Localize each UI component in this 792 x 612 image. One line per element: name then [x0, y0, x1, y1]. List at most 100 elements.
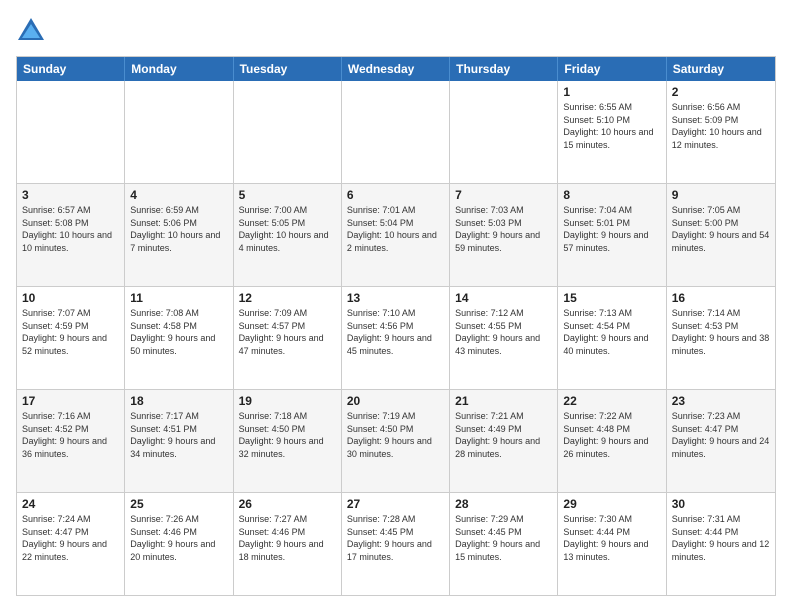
calendar-cell: 10 Sunrise: 7:07 AM Sunset: 4:59 PM Dayli…	[17, 287, 125, 389]
header-day-monday: Monday	[125, 57, 233, 81]
calendar-cell: 29Sunrise: 7:30 AM Sunset: 4:44 PM Dayli…	[558, 493, 666, 595]
day-number: 15	[563, 291, 660, 305]
day-number: 8	[563, 188, 660, 202]
day-info: Sunrise: 7:14 AM Sunset: 4:53 PM Dayligh…	[672, 307, 770, 357]
day-info: Sunrise: 7:16 AM Sunset: 4:52 PM Dayligh…	[22, 410, 119, 460]
calendar-week-5: 24 Sunrise: 7:24 AM Sunset: 4:47 PM Dayli…	[17, 493, 775, 595]
day-info: Sunrise: 7:10 AM Sunset: 4:56 PM Dayligh…	[347, 307, 444, 357]
day-number: 20	[347, 394, 444, 408]
day-number: 25	[130, 497, 227, 511]
day-info: Sunrise: 7:01 AM Sunset: 5:04 PM Dayligh…	[347, 204, 444, 254]
calendar-cell: 19 Sunrise: 7:18 AM Sunset: 4:50 PM Dayli…	[234, 390, 342, 492]
day-number: 26	[239, 497, 336, 511]
calendar-cell: 30 Sunrise: 7:31 AM Sunset: 4:44 PM Dayli…	[667, 493, 775, 595]
logo-icon	[16, 16, 46, 46]
calendar-week-2: 3Sunrise: 6:57 AM Sunset: 5:08 PM Daylig…	[17, 184, 775, 287]
day-number: 17	[22, 394, 119, 408]
calendar-cell: 13 Sunrise: 7:10 AM Sunset: 4:56 PM Dayli…	[342, 287, 450, 389]
header-day-friday: Friday	[558, 57, 666, 81]
calendar-cell: 27 Sunrise: 7:28 AM Sunset: 4:45 PM Dayli…	[342, 493, 450, 595]
calendar-cell: 3Sunrise: 6:57 AM Sunset: 5:08 PM Daylig…	[17, 184, 125, 286]
day-number: 10	[22, 291, 119, 305]
day-number: 19	[239, 394, 336, 408]
day-info: Sunrise: 6:56 AM Sunset: 5:09 PM Dayligh…	[672, 101, 770, 151]
calendar: SundayMondayTuesdayWednesdayThursdayFrid…	[16, 56, 776, 596]
calendar-cell: 12Sunrise: 7:09 AM Sunset: 4:57 PM Dayli…	[234, 287, 342, 389]
header-day-wednesday: Wednesday	[342, 57, 450, 81]
day-number: 5	[239, 188, 336, 202]
calendar-body: 1 Sunrise: 6:55 AM Sunset: 5:10 PM Daylig…	[17, 81, 775, 595]
day-number: 30	[672, 497, 770, 511]
day-number: 12	[239, 291, 336, 305]
day-number: 28	[455, 497, 552, 511]
calendar-cell: 18Sunrise: 7:17 AM Sunset: 4:51 PM Dayli…	[125, 390, 233, 492]
calendar-cell: 6Sunrise: 7:01 AM Sunset: 5:04 PM Daylig…	[342, 184, 450, 286]
day-info: Sunrise: 7:03 AM Sunset: 5:03 PM Dayligh…	[455, 204, 552, 254]
day-info: Sunrise: 7:18 AM Sunset: 4:50 PM Dayligh…	[239, 410, 336, 460]
calendar-cell: 24 Sunrise: 7:24 AM Sunset: 4:47 PM Dayli…	[17, 493, 125, 595]
day-number: 13	[347, 291, 444, 305]
day-info: Sunrise: 7:07 AM Sunset: 4:59 PM Dayligh…	[22, 307, 119, 357]
day-number: 27	[347, 497, 444, 511]
calendar-cell: 7 Sunrise: 7:03 AM Sunset: 5:03 PM Daylig…	[450, 184, 558, 286]
day-info: Sunrise: 7:19 AM Sunset: 4:50 PM Dayligh…	[347, 410, 444, 460]
calendar-cell: 2 Sunrise: 6:56 AM Sunset: 5:09 PM Daylig…	[667, 81, 775, 183]
calendar-cell: 4 Sunrise: 6:59 AM Sunset: 5:06 PM Daylig…	[125, 184, 233, 286]
page-header	[16, 16, 776, 46]
calendar-cell: 9Sunrise: 7:05 AM Sunset: 5:00 PM Daylig…	[667, 184, 775, 286]
header-day-thursday: Thursday	[450, 57, 558, 81]
calendar-cell: 25 Sunrise: 7:26 AM Sunset: 4:46 PM Dayli…	[125, 493, 233, 595]
calendar-cell: 26 Sunrise: 7:27 AM Sunset: 4:46 PM Dayli…	[234, 493, 342, 595]
day-number: 14	[455, 291, 552, 305]
day-info: Sunrise: 7:13 AM Sunset: 4:54 PM Dayligh…	[563, 307, 660, 357]
calendar-cell	[125, 81, 233, 183]
day-info: Sunrise: 7:31 AM Sunset: 4:44 PM Dayligh…	[672, 513, 770, 563]
calendar-cell: 5 Sunrise: 7:00 AM Sunset: 5:05 PM Daylig…	[234, 184, 342, 286]
calendar-cell: 8 Sunrise: 7:04 AM Sunset: 5:01 PM Daylig…	[558, 184, 666, 286]
day-number: 1	[563, 85, 660, 99]
calendar-header: SundayMondayTuesdayWednesdayThursdayFrid…	[17, 57, 775, 81]
logo	[16, 16, 50, 46]
calendar-cell	[17, 81, 125, 183]
calendar-cell: 16 Sunrise: 7:14 AM Sunset: 4:53 PM Dayli…	[667, 287, 775, 389]
day-info: Sunrise: 7:24 AM Sunset: 4:47 PM Dayligh…	[22, 513, 119, 563]
day-number: 22	[563, 394, 660, 408]
calendar-week-1: 1 Sunrise: 6:55 AM Sunset: 5:10 PM Daylig…	[17, 81, 775, 184]
day-number: 21	[455, 394, 552, 408]
calendar-cell: 14 Sunrise: 7:12 AM Sunset: 4:55 PM Dayli…	[450, 287, 558, 389]
day-info: Sunrise: 7:22 AM Sunset: 4:48 PM Dayligh…	[563, 410, 660, 460]
calendar-week-3: 10 Sunrise: 7:07 AM Sunset: 4:59 PM Dayli…	[17, 287, 775, 390]
day-info: Sunrise: 7:29 AM Sunset: 4:45 PM Dayligh…	[455, 513, 552, 563]
day-number: 11	[130, 291, 227, 305]
day-number: 4	[130, 188, 227, 202]
day-info: Sunrise: 6:59 AM Sunset: 5:06 PM Dayligh…	[130, 204, 227, 254]
header-day-tuesday: Tuesday	[234, 57, 342, 81]
day-number: 24	[22, 497, 119, 511]
day-info: Sunrise: 7:30 AM Sunset: 4:44 PM Dayligh…	[563, 513, 660, 563]
day-info: Sunrise: 7:27 AM Sunset: 4:46 PM Dayligh…	[239, 513, 336, 563]
day-number: 18	[130, 394, 227, 408]
header-day-sunday: Sunday	[17, 57, 125, 81]
calendar-cell	[234, 81, 342, 183]
day-number: 16	[672, 291, 770, 305]
calendar-cell: 20 Sunrise: 7:19 AM Sunset: 4:50 PM Dayli…	[342, 390, 450, 492]
day-info: Sunrise: 7:23 AM Sunset: 4:47 PM Dayligh…	[672, 410, 770, 460]
day-info: Sunrise: 7:00 AM Sunset: 5:05 PM Dayligh…	[239, 204, 336, 254]
day-number: 3	[22, 188, 119, 202]
day-number: 2	[672, 85, 770, 99]
calendar-cell: 11Sunrise: 7:08 AM Sunset: 4:58 PM Dayli…	[125, 287, 233, 389]
day-info: Sunrise: 7:05 AM Sunset: 5:00 PM Dayligh…	[672, 204, 770, 254]
day-number: 7	[455, 188, 552, 202]
day-number: 23	[672, 394, 770, 408]
day-info: Sunrise: 7:21 AM Sunset: 4:49 PM Dayligh…	[455, 410, 552, 460]
day-info: Sunrise: 6:55 AM Sunset: 5:10 PM Dayligh…	[563, 101, 660, 151]
day-info: Sunrise: 7:28 AM Sunset: 4:45 PM Dayligh…	[347, 513, 444, 563]
day-info: Sunrise: 7:04 AM Sunset: 5:01 PM Dayligh…	[563, 204, 660, 254]
day-info: Sunrise: 7:12 AM Sunset: 4:55 PM Dayligh…	[455, 307, 552, 357]
calendar-cell: 15 Sunrise: 7:13 AM Sunset: 4:54 PM Dayli…	[558, 287, 666, 389]
calendar-week-4: 17 Sunrise: 7:16 AM Sunset: 4:52 PM Dayli…	[17, 390, 775, 493]
calendar-cell: 17 Sunrise: 7:16 AM Sunset: 4:52 PM Dayli…	[17, 390, 125, 492]
calendar-cell: 23 Sunrise: 7:23 AM Sunset: 4:47 PM Dayli…	[667, 390, 775, 492]
calendar-cell	[342, 81, 450, 183]
day-info: Sunrise: 7:26 AM Sunset: 4:46 PM Dayligh…	[130, 513, 227, 563]
